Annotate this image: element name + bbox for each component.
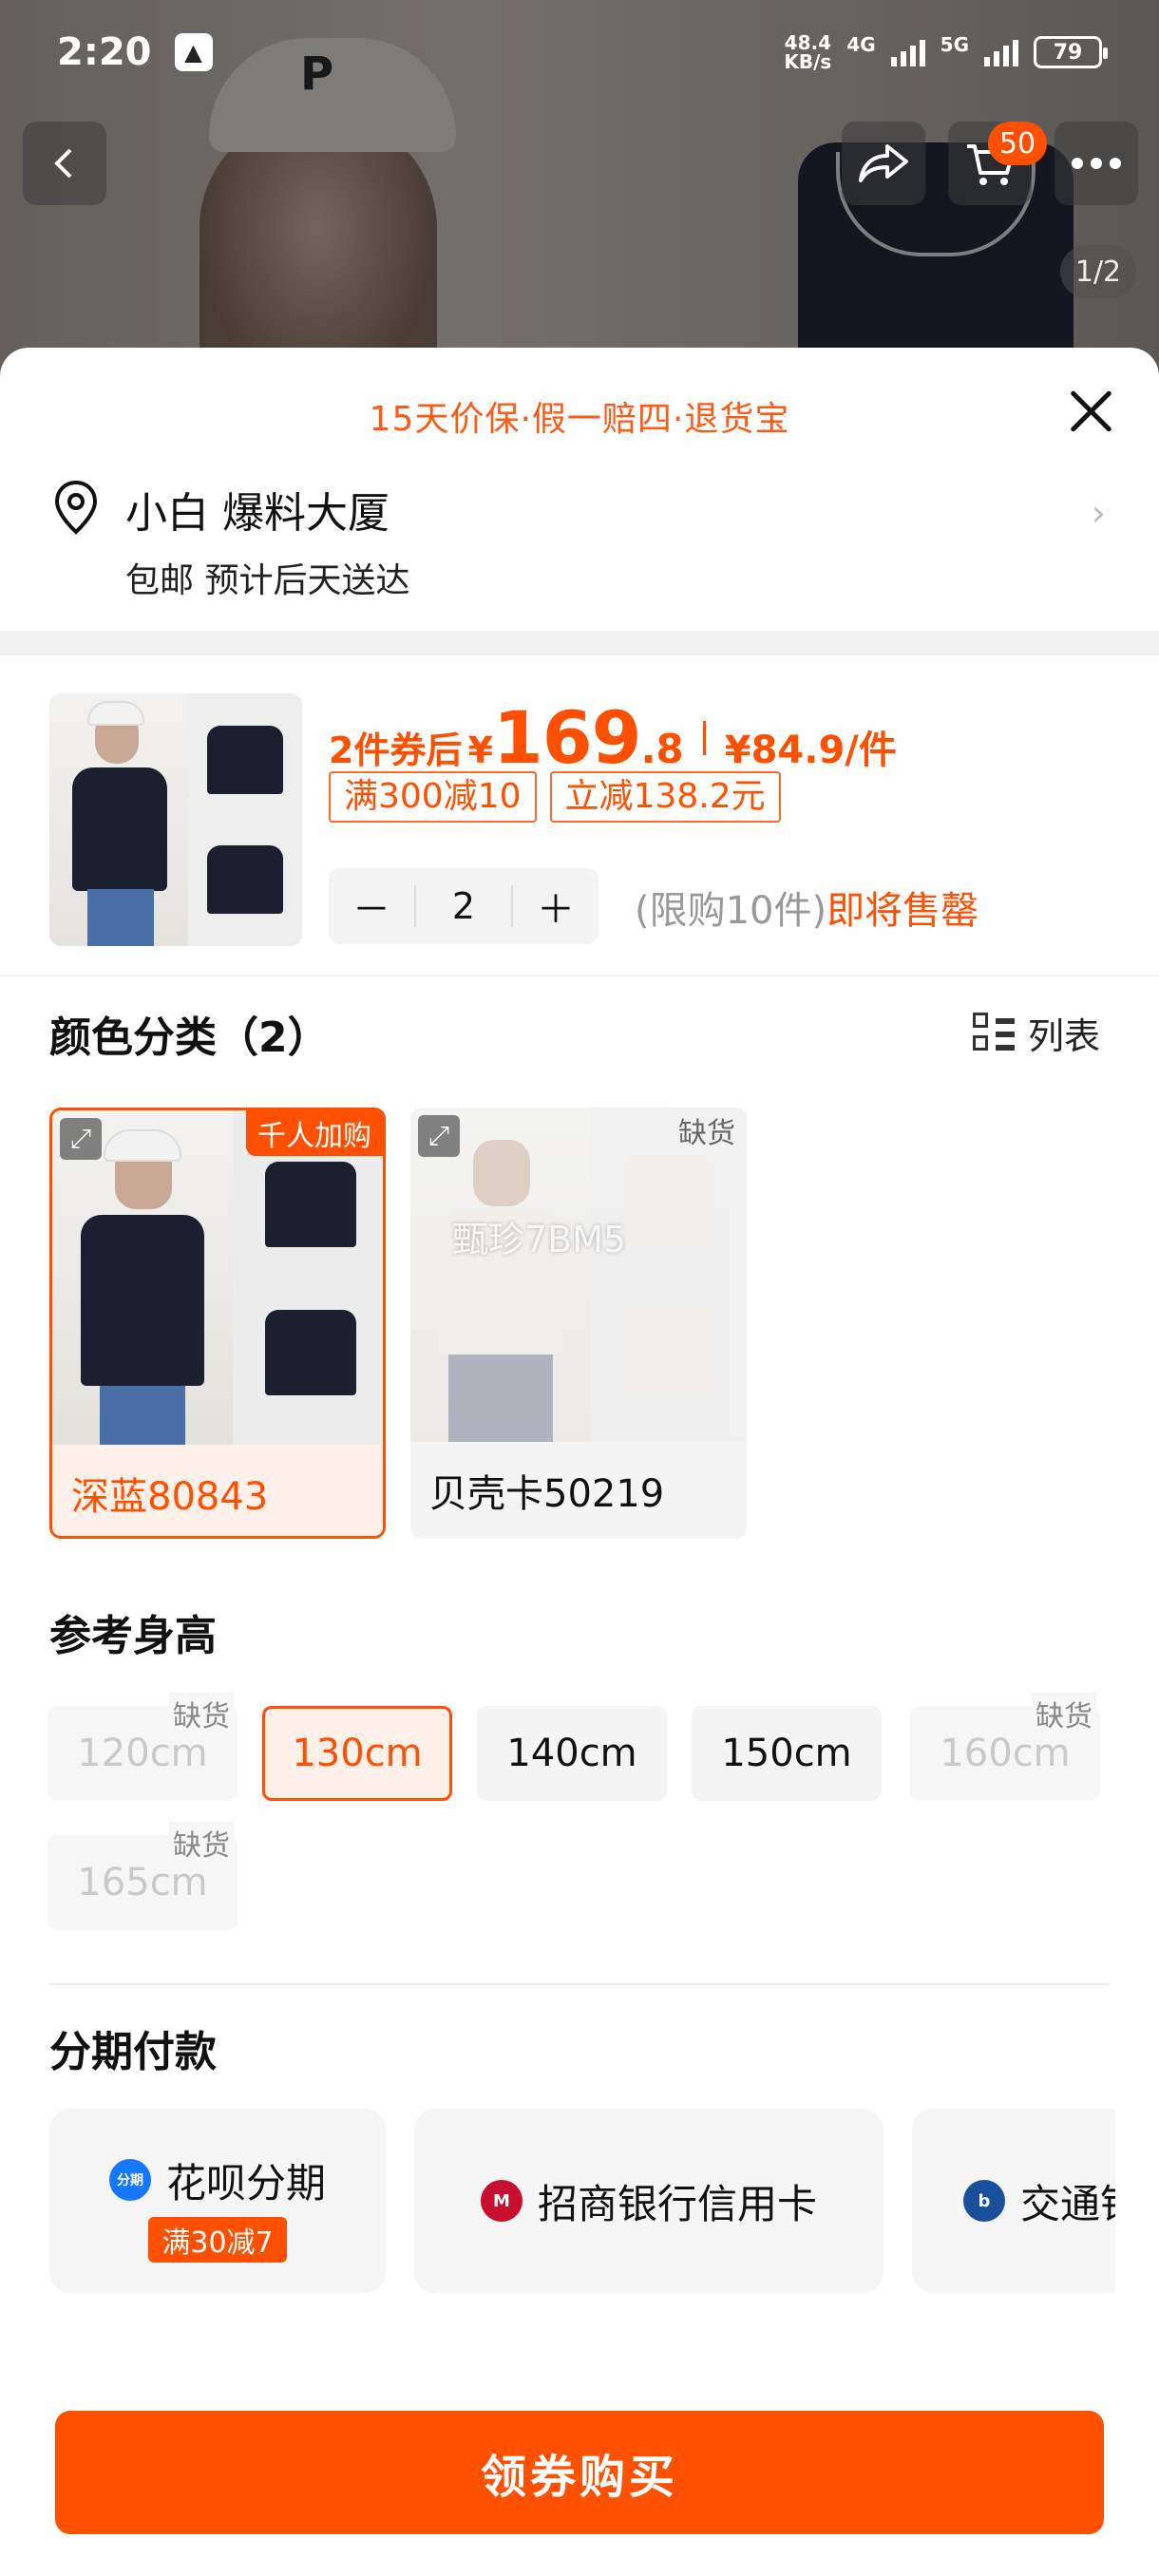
out-of-stock-badge: 缺货 — [667, 1108, 747, 1153]
price-integer: 169 — [492, 695, 642, 780]
back-button[interactable] — [23, 122, 106, 205]
installment-promo-tag: 满30减7 — [148, 2217, 287, 2263]
color-option-label: 贝壳卡50219 — [410, 1442, 747, 1539]
unit-price: ¥84.9/件 — [724, 729, 897, 772]
network-type-1: 4G — [846, 33, 876, 56]
status-bar: 2:20 ▲ 48.4 KB/s 4G 5G 79 — [0, 0, 1159, 104]
color-section-title: 颜色分类（2） — [49, 1013, 330, 1062]
signal-icon-2 — [984, 38, 1018, 66]
network-type-2: 5G — [940, 33, 969, 56]
purchase-limit-note: (限购10件)即将售罄 — [635, 889, 979, 933]
size-option-165[interactable]: 165cm 缺货 — [48, 1822, 238, 1930]
popular-badge: 千人加购 — [246, 1110, 383, 1156]
battery-icon: 79 — [1034, 36, 1108, 68]
list-icon — [973, 1012, 1015, 1054]
out-of-stock-badge: 缺货 — [169, 1693, 234, 1734]
expand-icon[interactable]: ⤢ — [418, 1115, 460, 1157]
watermark-text: 甄珍7BM5 — [452, 1219, 627, 1260]
promo-tag: 满300减10 — [329, 771, 537, 823]
color-option-shell-khaki[interactable]: ⤢ 缺货 贝壳卡50219 — [410, 1108, 747, 1539]
section-divider — [0, 631, 1159, 655]
divider — [0, 975, 1159, 976]
installment-option-label: 招商银行信用卡 — [537, 2180, 817, 2227]
size-option-140[interactable]: 140cm — [477, 1706, 667, 1801]
delivery-info: 包邮 预计后天送达 — [125, 561, 410, 600]
installment-scroll-clip: b 交通银行 — [912, 2109, 1115, 2293]
huabei-logo-icon: 分期 — [108, 2159, 151, 2201]
location-pin-icon — [54, 480, 98, 535]
share-button[interactable] — [842, 122, 925, 205]
installment-option-cmb[interactable]: M 招商银行信用卡 — [414, 2109, 884, 2293]
expand-icon[interactable]: ⤢ — [60, 1118, 102, 1160]
status-indicators: 48.4 KB/s 4G 5G 79 — [784, 31, 1108, 73]
signal-icon — [890, 38, 925, 66]
installment-option-bocom[interactable]: b 交通银行 — [912, 2109, 1115, 2293]
address-title: 小白 爆料大厦 — [125, 489, 390, 538]
color-option-navy[interactable]: ⤢ 千人加购 深蓝80843 — [49, 1108, 386, 1539]
currency-symbol: ¥ — [467, 729, 493, 771]
more-icon — [1072, 158, 1121, 169]
installment-option-huabei[interactable]: 分期 花呗分期 满30减7 — [49, 2109, 386, 2293]
quantity-stepper: － 2 ＋ — [329, 868, 598, 944]
list-toggle-label: 列表 — [1028, 1015, 1101, 1057]
status-time: 2:20 — [57, 30, 152, 74]
size-option-160[interactable]: 160cm 缺货 — [910, 1693, 1100, 1801]
increase-button[interactable]: ＋ — [513, 879, 598, 934]
promo-tags: 满300减10 立减138.2元 — [329, 771, 781, 823]
size-option-120[interactable]: 120cm 缺货 — [48, 1693, 238, 1801]
divider — [49, 1983, 1110, 1985]
cmb-logo-icon: M — [480, 2180, 522, 2222]
bocom-logo-icon: b — [963, 2180, 1005, 2222]
close-button[interactable] — [1062, 382, 1119, 439]
installment-section-title: 分期付款 — [49, 2028, 217, 2076]
price-prefix: 2件券后 — [329, 729, 463, 771]
sku-selector-sheet: 15天价保·假一赔四·退货宝 小白 爆料大厦 包邮 预计后天送达 › 2件券后 … — [0, 348, 1159, 2576]
size-option-150[interactable]: 150cm — [692, 1706, 882, 1801]
out-of-stock-badge: 缺货 — [169, 1822, 234, 1864]
height-section-title: 参考身高 — [49, 1612, 217, 1660]
decrease-button[interactable]: － — [329, 879, 414, 934]
image-page-indicator: 1/2 — [1060, 245, 1136, 298]
product-thumbnail[interactable] — [49, 693, 302, 946]
quantity-value[interactable]: 2 — [414, 885, 513, 927]
guarantee-text: 15天价保·假一赔四·退货宝 — [369, 400, 790, 439]
out-of-stock-badge: 缺货 — [1032, 1693, 1096, 1734]
installment-option-label: 交通银行 — [1020, 2180, 1115, 2227]
chevron-right-icon: › — [1091, 492, 1106, 534]
list-view-toggle[interactable]: 列表 — [973, 1007, 1100, 1059]
more-button[interactable] — [1054, 122, 1138, 205]
promo-tag: 立减138.2元 — [549, 771, 781, 823]
installment-option-label: 花呗分期 — [165, 2159, 326, 2207]
price-line: 2件券后 ¥ 169 .8 ¥84.9/件 — [329, 695, 897, 780]
price-decimal: .8 — [640, 726, 684, 772]
color-option-label: 深蓝80843 — [52, 1445, 383, 1536]
price-separator — [702, 720, 706, 755]
back-arrow-icon — [54, 148, 72, 179]
address-row[interactable]: 小白 爆料大厦 包邮 预计后天送达 › — [51, 471, 1115, 600]
network-speed: 48.4 KB/s — [784, 31, 832, 73]
stock-warning: 即将售罄 — [826, 889, 979, 933]
cart-count-badge: 50 — [988, 122, 1047, 165]
share-icon — [859, 144, 908, 182]
size-option-130[interactable]: 130cm — [262, 1706, 452, 1801]
buy-with-coupon-button[interactable]: 领券购买 — [55, 2411, 1104, 2534]
app-notification-icon: ▲ — [174, 33, 213, 71]
